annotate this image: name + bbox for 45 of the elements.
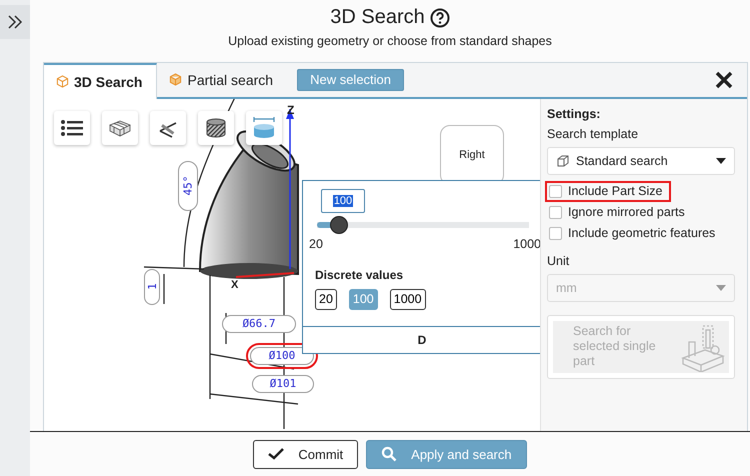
value-option[interactable]: 20 xyxy=(315,288,337,310)
checkbox-option[interactable]: Include Part Size xyxy=(547,182,668,200)
dimension-label[interactable]: Ø101 xyxy=(252,374,314,393)
help-icon[interactable] xyxy=(430,8,450,28)
mesh-box-icon xyxy=(108,118,132,137)
measure-button[interactable] xyxy=(150,110,186,145)
expand-sidebar-button[interactable] xyxy=(0,5,30,39)
value-option[interactable]: 1000 xyxy=(390,288,426,310)
list-view-button[interactable] xyxy=(54,110,90,145)
wireframe-button[interactable] xyxy=(102,110,138,145)
dimension-label[interactable]: 1 xyxy=(144,268,160,305)
check-icon xyxy=(268,448,284,460)
axis-label: X xyxy=(231,278,238,291)
list-icon xyxy=(61,120,83,136)
cylinder-dimension-icon xyxy=(251,114,277,141)
double-chevron-icon xyxy=(7,14,23,30)
checkbox-option[interactable]: Include geometric features xyxy=(547,224,722,242)
axis-label: Z xyxy=(287,102,294,117)
close-icon[interactable] xyxy=(715,70,733,89)
field-label: Search template xyxy=(547,126,640,141)
cube-icon xyxy=(556,154,570,168)
dimension-name: D xyxy=(418,332,426,347)
footer-button[interactable]: Commit xyxy=(253,440,358,469)
dimension-label[interactable]: 45° xyxy=(178,160,198,211)
slider-thumb[interactable] xyxy=(330,216,348,234)
checkbox-option[interactable]: Ignore mirrored parts xyxy=(547,204,691,221)
search-icon xyxy=(381,446,398,462)
cube-icon xyxy=(56,75,69,88)
tab[interactable]: 3D Search xyxy=(44,62,158,99)
caret-icon xyxy=(716,158,726,164)
partial-cube-icon xyxy=(169,73,182,86)
section-button[interactable] xyxy=(198,110,234,145)
hatched-cylinder-icon xyxy=(204,116,228,139)
slider-min-label: 20 xyxy=(309,236,323,251)
template-dropdown[interactable]: Standard search xyxy=(547,146,735,175)
value-input[interactable]: 100 xyxy=(321,188,365,213)
page-subtitle: Upload existing geometry or choose from standard shapes xyxy=(228,34,552,48)
tab[interactable]: Partial search xyxy=(157,62,288,97)
dimension-label[interactable]: Ø66.7 xyxy=(222,314,296,333)
settings-heading: Settings: xyxy=(547,106,602,121)
discrete-values-heading: Discrete values xyxy=(315,268,404,282)
dimension-button[interactable] xyxy=(246,110,282,145)
page-title: 3D Search xyxy=(330,6,425,29)
field-label: Unit xyxy=(547,254,570,268)
caret-icon xyxy=(716,284,726,291)
